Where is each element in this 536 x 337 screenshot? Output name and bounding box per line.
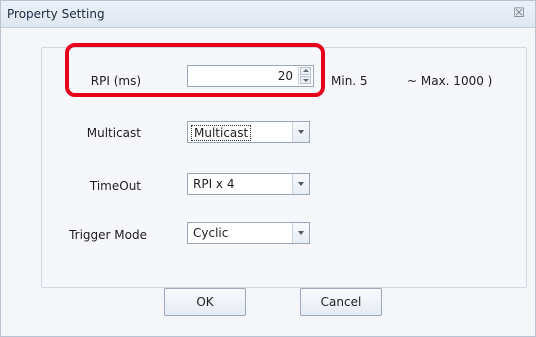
rpi-highlight-box [65, 43, 325, 97]
trigger-mode-label: Trigger Mode [69, 228, 147, 242]
chevron-down-icon[interactable] [292, 122, 309, 142]
chevron-down-icon[interactable] [292, 223, 309, 243]
close-icon[interactable]: ☒ [511, 6, 527, 22]
property-setting-dialog: Property Setting ☒ RPI (ms) 20 Min. 5 ~ … [0, 0, 536, 337]
title-bar: Property Setting ☒ [1, 1, 535, 28]
rpi-max-text: ~ Max. 1000 ) [407, 74, 493, 88]
ok-button[interactable]: OK [164, 288, 246, 316]
multicast-label: Multicast [86, 126, 141, 140]
multicast-select[interactable]: Multicast [187, 121, 310, 143]
multicast-selected-value: Multicast [191, 125, 252, 141]
trigger-mode-select[interactable]: Cyclic [187, 222, 310, 244]
chevron-down-icon[interactable] [292, 174, 309, 194]
timeout-selected-value: RPI x 4 [193, 177, 235, 191]
timeout-select[interactable]: RPI x 4 [187, 173, 310, 195]
trigger-mode-selected-value: Cyclic [193, 226, 229, 240]
timeout-label: TimeOut [89, 179, 141, 193]
cancel-button[interactable]: Cancel [300, 288, 382, 316]
dialog-title: Property Setting [7, 7, 105, 21]
rpi-min-text: Min. 5 [331, 74, 368, 88]
